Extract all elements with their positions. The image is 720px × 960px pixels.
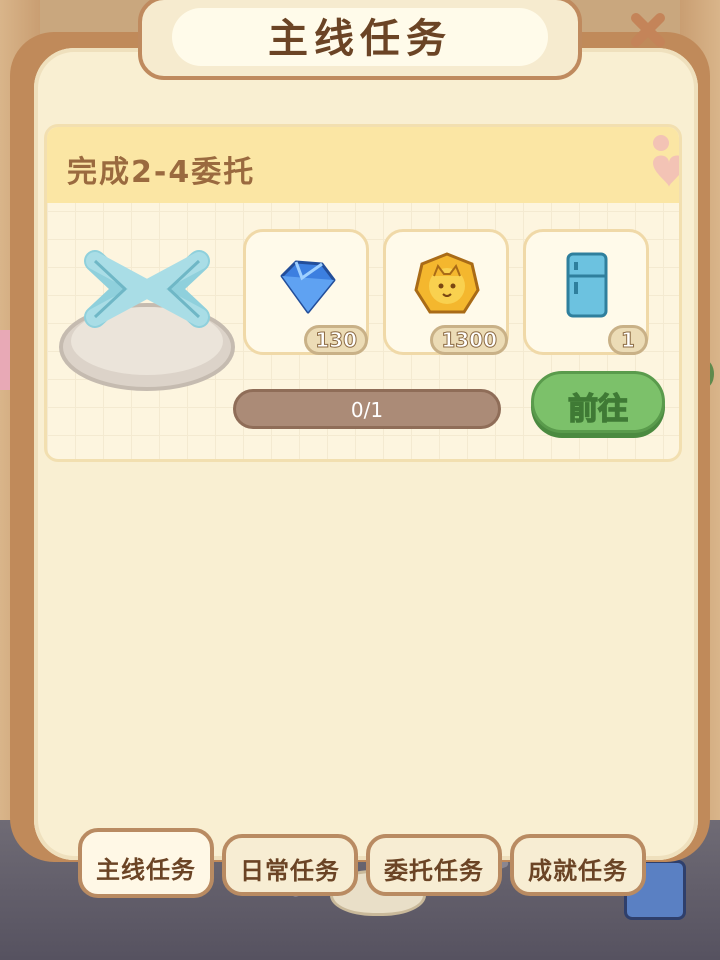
task-progress-bar: 0/1	[233, 389, 501, 429]
task-header: 完成2-4委托	[47, 127, 679, 203]
close-button[interactable]	[624, 6, 672, 54]
blue-refrigerator-icon	[566, 252, 608, 318]
commission-icon	[59, 250, 235, 391]
task-progress-label: 0/1	[350, 398, 384, 422]
go-button[interactable]: 前往	[531, 371, 665, 433]
tab-achievement-quest[interactable]: 成就任务	[510, 834, 646, 896]
task-title: 完成2-4委托	[67, 155, 256, 190]
blue-diamond-icon	[280, 260, 336, 314]
title-plaque: 主线任务	[138, 0, 582, 80]
reward-slot-diamond[interactable]: 130	[243, 229, 369, 355]
tab-daily-quest[interactable]: 日常任务	[222, 834, 358, 896]
tab-label: 成就任务	[528, 857, 628, 885]
tab-commission-quest[interactable]: 委托任务	[366, 834, 502, 896]
tab-main-quest[interactable]: 主线任务	[78, 828, 214, 898]
reward-count: 1	[608, 325, 648, 355]
gold-cat-coin-icon	[414, 252, 480, 314]
tab-label: 主线任务	[96, 856, 196, 884]
tab-label: 日常任务	[240, 857, 340, 885]
task-card: 完成2-4委托 130 1300 1 0/1 前往	[44, 124, 682, 462]
go-button-label: 前往	[567, 391, 629, 428]
tab-label: 委托任务	[384, 857, 484, 885]
reward-count: 130	[304, 325, 368, 355]
reward-count: 1300	[430, 325, 508, 355]
page-title: 主线任务	[268, 16, 452, 62]
close-icon	[631, 13, 665, 47]
heart-decoration-icon	[653, 135, 679, 187]
reward-slot-coin[interactable]: 1300	[383, 229, 509, 355]
reward-slot-refrigerator[interactable]: 1	[523, 229, 649, 355]
